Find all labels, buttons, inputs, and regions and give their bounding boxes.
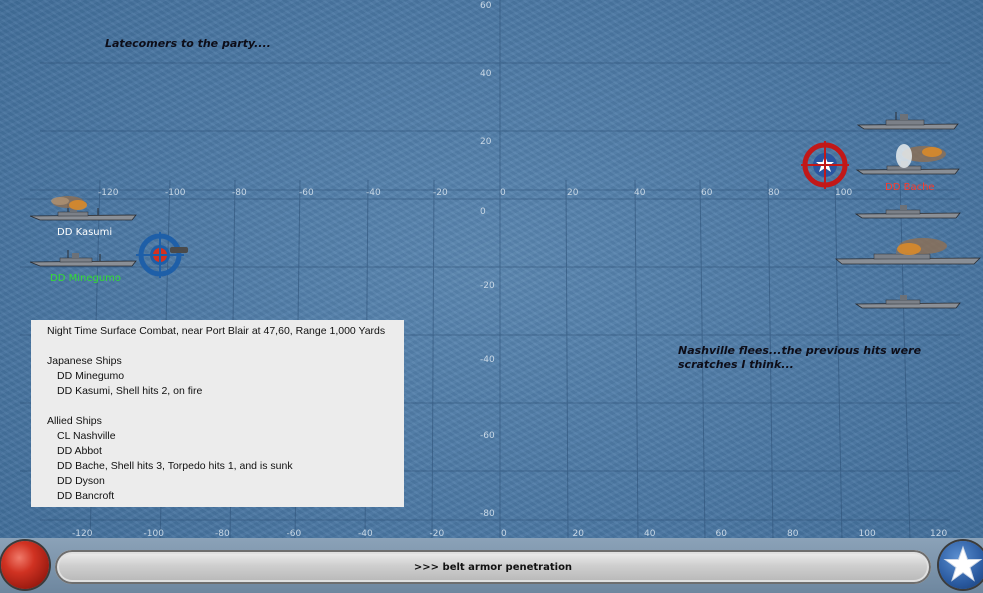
note-nashville-line2: scratches I think... (678, 358, 794, 371)
report-allied-ship: CL Nashville (57, 430, 116, 442)
axis-tick-label: 0 (480, 207, 486, 217)
axis-tick-label: -120 (98, 188, 119, 198)
axis-tick-label: -20 (433, 188, 448, 198)
axis-tick-label: -80 (232, 188, 247, 198)
note-nashville: Nashville flees...the previous hits were… (678, 344, 921, 372)
ship-abbot[interactable] (854, 202, 962, 222)
axis-tick-label: 80 (768, 188, 780, 198)
report-allied-ship: DD Bache, Shell hits 3, Torpedo hits 1, … (57, 460, 293, 472)
ship-label-minegumo: DD Minegumo (50, 273, 122, 284)
allied-target-reticle-icon[interactable] (801, 141, 849, 189)
axis-tick-label: -40 (366, 188, 381, 198)
report-japanese-ship: DD Minegumo (57, 370, 125, 382)
japanese-target-reticle-icon[interactable] (136, 232, 194, 278)
ship-minegumo[interactable] (28, 250, 138, 270)
axis-tick-label: 100 (835, 188, 852, 198)
report-allied-ship: DD Abbot (57, 445, 102, 457)
report-japanese-ship: DD Kasumi, Shell hits 2, on fire (57, 385, 203, 397)
axis-tick-label: -60 (299, 188, 314, 198)
report-allied-title: Allied Ships (47, 415, 102, 427)
axis-tick-label: -100 (165, 188, 186, 198)
axis-tick-label: 60 (480, 1, 492, 11)
status-message: >>> belt armor penetration (413, 561, 573, 573)
axis-tick-label: -20 (480, 281, 495, 291)
axis-tick-label: 40 (634, 188, 646, 198)
report-header: Night Time Surface Combat, near Port Bla… (47, 325, 386, 337)
axis-tick-label: -60 (480, 431, 495, 441)
fire-smoke-icon-allied (897, 238, 947, 255)
report-japanese-title: Japanese Ships (47, 355, 122, 367)
note-latecomers: Latecomers to the party.... (105, 37, 271, 50)
combat-report-panel: Night Time Surface Combat, near Port Bla… (31, 320, 404, 507)
axis-tick-label: 0 (500, 188, 506, 198)
ship-nashville[interactable] (856, 112, 960, 132)
ship-label-bache: DD Bache (885, 182, 935, 193)
fire-smoke-icon (51, 196, 87, 210)
axis-tick-label: 40 (480, 69, 492, 79)
us-star-icon[interactable] (939, 541, 983, 589)
axis-tick-label: 20 (480, 137, 492, 147)
report-allied-ship: DD Bancroft (57, 490, 115, 502)
note-nashville-line1: Nashville flees...the previous hits were (678, 344, 922, 357)
explosion-icon (896, 144, 946, 168)
axis-tick-label: 20 (567, 188, 579, 198)
red-orb-icon[interactable] (1, 541, 49, 589)
axis-tick-label: -40 (480, 355, 495, 365)
status-message-bar: >>> belt armor penetration (55, 550, 931, 584)
axis-tick-label: -80 (480, 509, 495, 519)
ship-bancroft[interactable] (854, 292, 962, 312)
axis-tick-label: 60 (701, 188, 713, 198)
ship-label-kasumi: DD Kasumi (57, 227, 113, 238)
report-allied-ship: DD Dyson (57, 475, 105, 487)
